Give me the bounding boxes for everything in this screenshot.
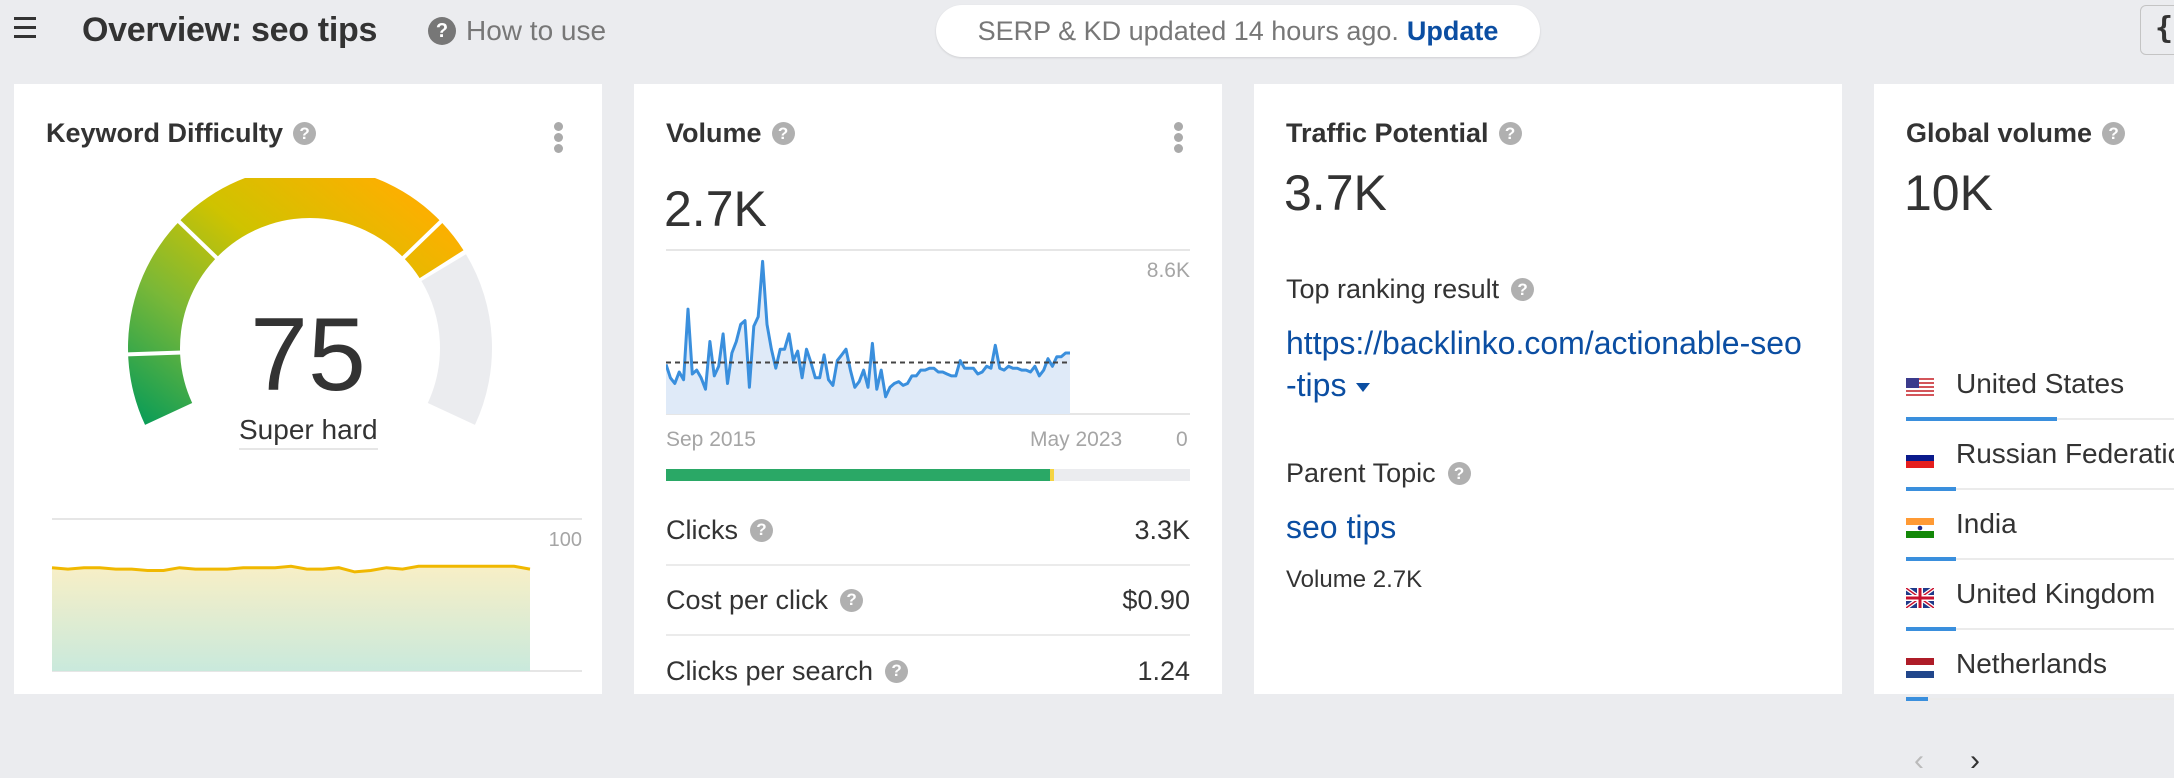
more-options-icon[interactable] xyxy=(552,122,564,154)
status-text: SERP & KD updated 14 hours ago. xyxy=(977,15,1399,46)
vol-x-end-label: May 2023 xyxy=(1030,428,1123,451)
volume-title-text: Volume xyxy=(666,118,762,148)
country-share-track xyxy=(1906,698,2174,700)
keyword-difficulty-card: Keyword Difficulty ? 75 Super hard 100 xyxy=(14,84,602,694)
parent-topic-label: Parent Topic ? xyxy=(1286,458,1471,489)
ru-flag-icon xyxy=(1906,448,1934,468)
metric-row-cpc: Cost per click? $0.90 xyxy=(666,566,1190,636)
country-share-fill xyxy=(1906,417,2058,421)
help-icon[interactable]: ? xyxy=(293,122,317,145)
volume-history-chart: 8.6K xyxy=(666,249,1190,415)
country-row[interactable]: United Kingdom xyxy=(1906,566,2174,636)
how-to-use-link[interactable]: ? How to use xyxy=(428,15,606,47)
metric-label: Cost per click xyxy=(666,584,829,615)
volume-card-title: Volume ? xyxy=(666,118,795,149)
country-row[interactable]: United States xyxy=(1906,356,2174,426)
us-flag-icon xyxy=(1906,378,1934,398)
help-icon[interactable]: ? xyxy=(885,659,909,683)
tp-card-title: Traffic Potential ? xyxy=(1286,118,1522,149)
country-name[interactable]: Russian Federation xyxy=(1956,438,2174,470)
parent-topic-text: Parent Topic xyxy=(1286,458,1436,488)
serp-status-banner: SERP & KD updated 14 hours ago. Update xyxy=(936,5,1540,57)
country-share-fill xyxy=(1906,627,1957,631)
country-share-fill xyxy=(1906,487,1957,491)
prev-page-icon[interactable]: ‹ xyxy=(1914,744,1924,778)
kd-y-max-label: 100 xyxy=(549,529,582,551)
help-icon[interactable]: ? xyxy=(1447,462,1471,485)
country-share-fill xyxy=(1906,557,1957,561)
vol-y-min-label: 0 xyxy=(1176,428,1188,451)
top-ranking-text: Top ranking result xyxy=(1286,274,1500,304)
parent-topic-link[interactable]: seo tips xyxy=(1286,506,1806,548)
global-volume-card: Global volume ? 10K United States Russian… xyxy=(1874,84,2174,777)
volume-card: Volume ? 2.7K 8.6K Sep 2015 May 2023 0 C… xyxy=(634,84,1222,694)
country-name[interactable]: Netherlands xyxy=(1956,648,2107,680)
kd-difficulty-label[interactable]: Super hard xyxy=(239,414,378,450)
kd-title-text: Keyword Difficulty xyxy=(46,118,284,148)
country-row[interactable]: Russian Federation xyxy=(1906,426,2174,496)
gv-title-text: Global volume xyxy=(1906,118,2093,148)
paid-clicks-fill xyxy=(1049,469,1054,481)
parent-topic-volume: Volume 2.7K xyxy=(1286,566,1423,593)
country-name[interactable]: United Kingdom xyxy=(1956,578,2155,610)
traffic-potential-card: Traffic Potential ? 3.7K Top ranking res… xyxy=(1254,84,1842,694)
help-icon[interactable]: ? xyxy=(840,588,864,612)
tp-title-text: Traffic Potential xyxy=(1286,118,1489,148)
how-to-use-label: How to use xyxy=(466,15,607,46)
organic-clicks-fill xyxy=(666,469,1050,481)
traffic-potential-value: 3.7K xyxy=(1284,165,1387,221)
update-button[interactable]: Update xyxy=(1407,16,1499,47)
help-icon[interactable]: ? xyxy=(1498,122,1522,145)
page-title: Overview: seo tips xyxy=(82,11,378,49)
help-icon[interactable]: ? xyxy=(771,122,795,145)
gv-card-title: Global volume ? xyxy=(1906,118,2126,149)
help-icon[interactable]: ? xyxy=(2102,122,2126,145)
nl-flag-icon xyxy=(1906,658,1934,678)
metric-label: Clicks per search xyxy=(666,655,874,686)
volume-value: 2.7K xyxy=(664,181,767,237)
country-row[interactable]: India xyxy=(1906,496,2174,566)
caret-down-icon[interactable] xyxy=(1356,383,1371,393)
api-code-button[interactable]: { xyxy=(2140,5,2174,55)
country-name[interactable]: United States xyxy=(1956,368,2124,400)
metric-label: Clicks xyxy=(666,514,738,545)
vol-x-start-label: Sep 2015 xyxy=(666,428,756,451)
metric-row-cps: Clicks per search? 1.24 xyxy=(666,636,1190,706)
kd-area xyxy=(52,566,530,671)
more-options-icon[interactable] xyxy=(1172,122,1184,154)
metric-row-clicks: Clicks? 3.3K xyxy=(666,496,1190,566)
gb-flag-icon xyxy=(1906,588,1934,608)
top-ranking-label: Top ranking result ? xyxy=(1286,274,1535,305)
top-ranking-url-link[interactable]: https://backlinko.com/actionable-seo-tip… xyxy=(1286,322,1806,406)
in-flag-icon xyxy=(1906,518,1934,538)
metric-value: $0.90 xyxy=(1122,584,1190,615)
country-name[interactable]: India xyxy=(1956,508,2017,540)
kd-score: 75 xyxy=(250,297,366,413)
country-row[interactable]: Netherlands xyxy=(1906,636,2174,706)
clicks-progress-bar xyxy=(666,469,1190,481)
next-page-icon[interactable]: › xyxy=(1970,744,1980,778)
metric-value: 3.3K xyxy=(1134,514,1190,545)
menu-icon[interactable] xyxy=(14,17,36,41)
help-icon[interactable]: ? xyxy=(750,518,773,542)
help-icon[interactable]: ? xyxy=(1511,278,1535,301)
top-bar: Overview: seo tips ? How to use SERP & K… xyxy=(0,0,2174,62)
country-share-fill xyxy=(1906,697,1929,701)
metric-value: 1.24 xyxy=(1137,655,1190,686)
kd-history-chart: 100 xyxy=(51,518,582,672)
vol-y-max-label: 8.6K xyxy=(1147,259,1190,282)
global-volume-value: 10K xyxy=(1904,165,1993,221)
help-icon: ? xyxy=(428,17,456,45)
volume-area xyxy=(666,261,1070,414)
kd-card-title: Keyword Difficulty ? xyxy=(46,118,317,149)
